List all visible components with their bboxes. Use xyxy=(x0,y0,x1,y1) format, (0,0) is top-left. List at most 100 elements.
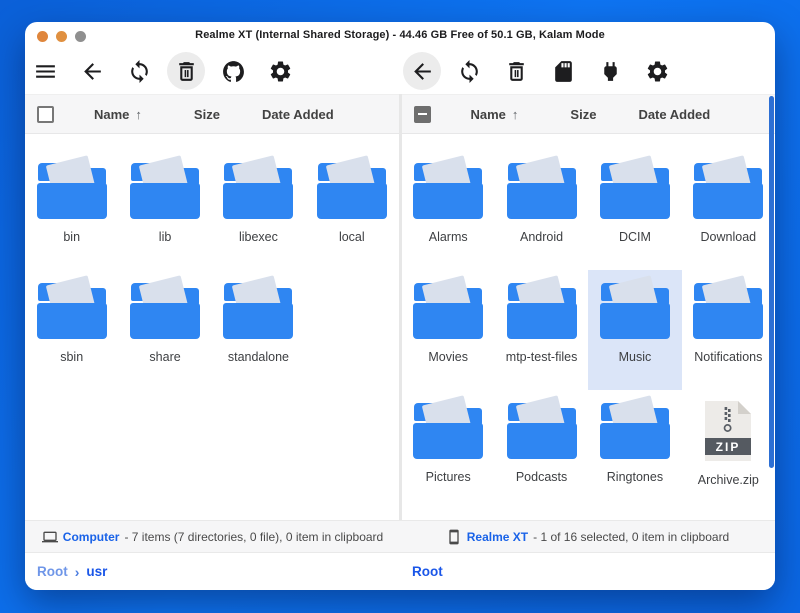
folder-icon xyxy=(506,162,578,219)
file-item[interactable]: mtp-test-files xyxy=(495,270,588,390)
sort-ascending-icon: ↑ xyxy=(512,107,519,122)
folder-icon xyxy=(506,402,578,459)
select-all-checkbox[interactable] xyxy=(37,106,54,123)
file-item-selected[interactable]: Music xyxy=(588,270,681,390)
file-item[interactable]: Notifications xyxy=(682,270,775,390)
file-item-label: sbin xyxy=(60,350,83,364)
file-item-label: Archive.zip xyxy=(698,473,759,487)
connection-button[interactable] xyxy=(591,52,629,90)
device-refresh-button[interactable] xyxy=(450,52,488,90)
scrollbar-thumb[interactable] xyxy=(769,96,774,468)
local-pane: Name ↑ Size Date Added bin lib libexec l… xyxy=(25,94,399,520)
github-button[interactable] xyxy=(214,52,252,90)
local-settings-button[interactable] xyxy=(261,52,299,90)
breadcrumb-row: Root › usr Root xyxy=(25,553,775,590)
file-item[interactable]: bin xyxy=(25,150,118,270)
file-item-label: Podcasts xyxy=(516,470,567,484)
breadcrumb-root[interactable]: Root xyxy=(37,564,68,579)
trash-icon xyxy=(174,59,199,84)
file-item[interactable]: Android xyxy=(495,150,588,270)
usb-plug-icon xyxy=(598,59,623,84)
name-column-header[interactable]: Name xyxy=(471,107,506,122)
device-back-button[interactable] xyxy=(403,52,441,90)
file-item[interactable]: Alarms xyxy=(402,150,495,270)
file-item-label: local xyxy=(339,230,365,244)
file-item[interactable]: sbin xyxy=(25,270,118,390)
file-item[interactable]: local xyxy=(305,150,398,270)
device-link[interactable]: Realme XT xyxy=(467,530,528,544)
device-settings-button[interactable] xyxy=(638,52,676,90)
file-item[interactable]: Movies xyxy=(402,270,495,390)
github-icon xyxy=(221,59,246,84)
toolbar-row xyxy=(25,48,775,94)
size-column-header[interactable]: Size xyxy=(570,107,596,122)
computer-link[interactable]: Computer xyxy=(63,530,120,544)
folder-icon xyxy=(412,402,484,459)
storage-button[interactable] xyxy=(544,52,582,90)
name-column-header[interactable]: Name xyxy=(94,107,129,122)
minimize-window-button[interactable] xyxy=(56,31,67,42)
file-panes: Name ↑ Size Date Added bin lib libexec l… xyxy=(25,94,775,520)
folder-icon xyxy=(599,402,671,459)
file-item-label: Pictures xyxy=(426,470,471,484)
folder-icon xyxy=(222,282,294,339)
menu-icon xyxy=(33,59,58,84)
folder-icon xyxy=(412,162,484,219)
refresh-icon xyxy=(457,59,482,84)
gear-icon xyxy=(645,59,670,84)
size-column-header[interactable]: Size xyxy=(194,107,220,122)
file-item[interactable]: Podcasts xyxy=(495,390,588,510)
select-all-checkbox[interactable] xyxy=(414,106,431,123)
file-item-label: Movies xyxy=(428,350,468,364)
gear-icon xyxy=(268,59,293,84)
file-item-label: Notifications xyxy=(694,350,762,364)
folder-icon xyxy=(129,282,201,339)
smartphone-icon xyxy=(446,529,462,545)
file-item-label: mtp-test-files xyxy=(506,350,578,364)
back-arrow-icon xyxy=(410,59,435,84)
file-item-label: DCIM xyxy=(619,230,651,244)
folder-icon xyxy=(692,282,764,339)
device-pane: Name ↑ Size Date Added Alarms Android DC… xyxy=(402,94,776,520)
date-added-column-header[interactable]: Date Added xyxy=(638,107,710,122)
folder-icon xyxy=(36,162,108,219)
breadcrumb-root[interactable]: Root xyxy=(412,564,443,579)
traffic-lights xyxy=(37,31,86,42)
file-item-label: Download xyxy=(701,230,757,244)
file-item-label: libexec xyxy=(239,230,278,244)
local-breadcrumb: Root › usr xyxy=(25,564,400,580)
file-item[interactable]: standalone xyxy=(212,270,305,390)
folder-icon xyxy=(692,162,764,219)
local-delete-button[interactable] xyxy=(167,52,205,90)
zip-badge-text: ZIP xyxy=(716,440,741,454)
file-item[interactable]: Download xyxy=(682,150,775,270)
file-item[interactable]: libexec xyxy=(212,150,305,270)
zip-file-icon: ZIP xyxy=(702,400,754,462)
file-item[interactable]: share xyxy=(118,270,211,390)
folder-icon xyxy=(599,162,671,219)
back-arrow-icon xyxy=(80,59,105,84)
date-added-column-header[interactable]: Date Added xyxy=(262,107,334,122)
breadcrumb-current[interactable]: usr xyxy=(86,564,107,579)
local-refresh-button[interactable] xyxy=(120,52,158,90)
file-item[interactable]: Ringtones xyxy=(588,390,681,510)
close-window-button[interactable] xyxy=(37,31,48,42)
file-item[interactable]: DCIM xyxy=(588,150,681,270)
device-delete-button[interactable] xyxy=(497,52,535,90)
device-breadcrumb: Root xyxy=(400,564,775,579)
local-file-grid: bin lib libexec local sbin share standal… xyxy=(25,134,399,520)
menu-button[interactable] xyxy=(26,52,64,90)
file-item[interactable]: lib xyxy=(118,150,211,270)
sort-ascending-icon: ↑ xyxy=(135,107,142,122)
folder-icon xyxy=(506,282,578,339)
file-item-label: lib xyxy=(159,230,172,244)
device-status-text: - 1 of 16 selected, 0 item in clipboard xyxy=(533,530,729,544)
file-item[interactable]: ZIP Archive.zip xyxy=(682,390,775,510)
local-status-text: - 7 items (7 directories, 0 file), 0 ite… xyxy=(124,530,383,544)
zoom-window-button[interactable] xyxy=(75,31,86,42)
file-item[interactable]: Pictures xyxy=(402,390,495,510)
file-item-label: Music xyxy=(619,350,652,364)
folder-icon xyxy=(316,162,388,219)
device-status: Realme XT - 1 of 16 selected, 0 item in … xyxy=(400,529,775,545)
local-back-button[interactable] xyxy=(73,52,111,90)
